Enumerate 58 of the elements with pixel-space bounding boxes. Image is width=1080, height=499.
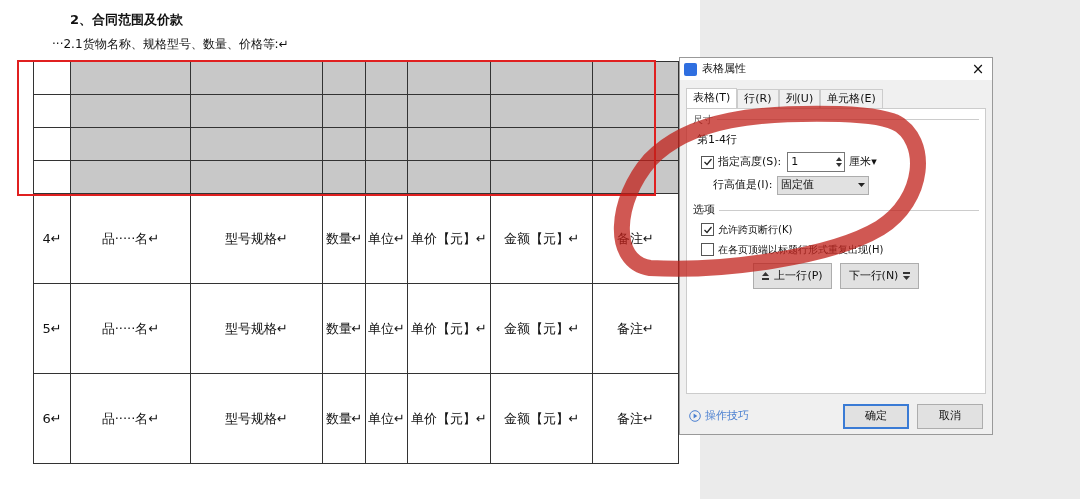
table-cell [366, 161, 408, 194]
table-cell: 单位↵ [366, 194, 408, 284]
close-button[interactable]: × [968, 60, 988, 78]
table-cell [366, 62, 408, 95]
table-cell: 单位↵ [366, 284, 408, 374]
unit-dropdown[interactable]: 厘米▾ [849, 153, 877, 171]
table-cell [323, 95, 366, 128]
table-cell: 品·····名↵ [71, 374, 191, 464]
table-cell: 型号规格↵ [191, 284, 323, 374]
table-cell: 品·····名↵ [71, 194, 191, 284]
table-cell: 备注↵ [593, 374, 679, 464]
cancel-button[interactable]: 取消 [917, 403, 983, 429]
table-cell: 备注↵ [593, 284, 679, 374]
tab[interactable]: 表格(T) [686, 88, 738, 108]
rows-label: 第1-4行 [697, 132, 738, 148]
table-cell: 金额【元】↵ [491, 194, 593, 284]
table-cell: 4↵ [34, 194, 71, 284]
up-arrow-icon [762, 272, 770, 280]
table-cell: 型号规格↵ [191, 374, 323, 464]
tab[interactable]: 行(R) [737, 89, 779, 108]
checkbox[interactable] [701, 155, 714, 169]
table-cell: 单价【元】↵ [408, 194, 491, 284]
option-label: 允许跨页断行(K) [718, 223, 793, 237]
play-circle-icon [689, 410, 701, 422]
table-cell: 单价【元】↵ [408, 374, 491, 464]
height-spinner[interactable]: 1 [787, 152, 846, 172]
down-arrow-icon [903, 272, 911, 280]
section-title: 选项 [693, 201, 715, 218]
app-icon [684, 62, 697, 76]
table-cell: 品·····名↵ [71, 284, 191, 374]
table-cell: 金额【元】↵ [491, 284, 593, 374]
table-cell: 单位↵ [366, 374, 408, 464]
ok-button[interactable]: 确定 [843, 403, 909, 429]
tab[interactable]: 单元格(E) [820, 89, 883, 108]
table-cell [323, 62, 366, 95]
table-cell: 型号规格↵ [191, 194, 323, 284]
section-heading: 2、合同范围及价款 [70, 11, 185, 29]
table-cell: 单价【元】↵ [408, 284, 491, 374]
table-cell: 金额【元】↵ [491, 374, 593, 464]
table-cell: 5↵ [34, 284, 71, 374]
checkbox[interactable] [701, 223, 714, 236]
table-cell [323, 161, 366, 194]
paragraph: ···2.1货物名称、规格型号、数量、价格等:↵ [52, 36, 290, 53]
height-label: 指定高度(S): [718, 153, 782, 170]
table-cell [366, 95, 408, 128]
tips-link[interactable]: 操作技巧 [705, 407, 749, 425]
table-cell: 数量↵ [323, 284, 366, 374]
caret-icon [857, 183, 865, 187]
height-mode-select[interactable]: 固定值 [776, 175, 869, 195]
table-cell: 6↵ [34, 374, 71, 464]
table-cell [366, 128, 408, 161]
table-cell: 数量↵ [323, 194, 366, 284]
checkbox[interactable] [701, 243, 714, 256]
dialog-title: 表格属性 [702, 60, 746, 77]
table-cell [323, 128, 366, 161]
height-mode-label: 行高值是(I): [713, 176, 773, 193]
table-cell: 数量↵ [323, 374, 366, 464]
row-nav-button[interactable]: 下一行(N) [840, 263, 919, 289]
